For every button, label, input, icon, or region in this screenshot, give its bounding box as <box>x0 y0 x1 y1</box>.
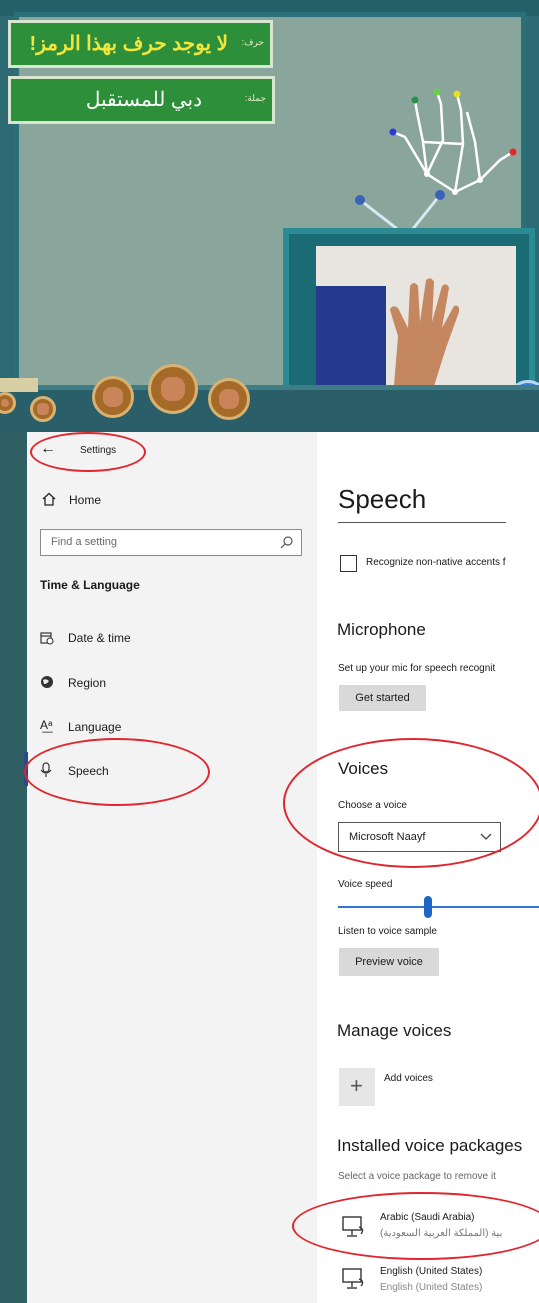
annotation-ellipse-speech <box>24 738 210 806</box>
recognize-accents-checkbox[interactable] <box>340 555 357 572</box>
sign-thumbnail[interactable] <box>148 364 198 414</box>
search-icon <box>280 536 293 549</box>
package-name[interactable]: English (United States) <box>380 1266 482 1277</box>
voice-speed-thumb[interactable] <box>424 896 432 918</box>
annotation-ellipse-arabic <box>292 1192 539 1260</box>
sign-shelf <box>0 390 539 432</box>
shelf-tag <box>0 378 38 392</box>
camera-feed <box>316 246 516 391</box>
voice-speed-slider[interactable] <box>338 906 539 908</box>
sign-thumbnail[interactable] <box>30 396 56 422</box>
microphone-heading: Microphone <box>337 620 426 639</box>
sentence-output-box: جملة: دبي للمستقبل <box>8 76 275 124</box>
section-title: Time & Language <box>40 578 140 592</box>
manage-voices-heading: Manage voices <box>337 1021 452 1040</box>
recognize-accents-label: Recognize non-native accents f <box>366 557 506 568</box>
get-started-button[interactable]: Get started <box>339 685 426 711</box>
add-voices-label: Add voices <box>384 1073 433 1084</box>
title-underline <box>338 522 506 523</box>
globe-icon <box>41 676 53 688</box>
home-icon <box>42 492 56 506</box>
find-setting-input[interactable]: Find a setting <box>40 529 302 556</box>
nav-item-date-time[interactable]: Date & time <box>68 631 131 645</box>
settings-nav-pane <box>27 432 317 1303</box>
plus-icon: + <box>350 1073 363 1098</box>
voice-package-icon <box>342 1268 364 1289</box>
camera-hand-icon <box>390 278 460 386</box>
preview-voice-button[interactable]: Preview voice <box>339 948 439 976</box>
add-voices-button[interactable]: + <box>339 1068 375 1106</box>
sentence-value: دبي للمستقبل <box>85 89 202 111</box>
voice-speed-label: Voice speed <box>338 879 393 890</box>
sign-thumbnail[interactable] <box>92 376 134 418</box>
left-edge <box>0 432 27 1303</box>
nav-item-language[interactable]: Language <box>68 720 121 734</box>
page-title: Speech <box>338 484 427 514</box>
sign-thumbnail[interactable] <box>208 378 250 420</box>
calendar-clock-icon <box>40 632 54 645</box>
annotation-ellipse-settings <box>30 432 146 472</box>
letter-label: حرف: <box>241 37 264 47</box>
installed-description: Select a voice package to remove it <box>338 1171 496 1182</box>
nav-item-region[interactable]: Region <box>68 676 106 690</box>
letter-value: لا يوجد حرف بهذا الرمز! <box>29 33 228 55</box>
search-placeholder: Find a setting <box>51 536 118 548</box>
annotation-ellipse-voices <box>283 738 539 868</box>
sign-language-app: حرف: لا يوجد حرف بهذا الرمز! جملة: دبي ل… <box>0 0 539 432</box>
camera-person-shirt <box>316 286 386 391</box>
listen-label: Listen to voice sample <box>338 926 437 937</box>
letter-output-box: حرف: لا يوجد حرف بهذا الرمز! <box>8 20 273 68</box>
nav-home[interactable]: Home <box>69 493 101 507</box>
sentence-label: جملة: <box>244 93 266 103</box>
installed-heading: Installed voice packages <box>337 1136 523 1155</box>
package-native-name: English (United States) <box>380 1282 483 1293</box>
language-icon: A͟ᵃ <box>40 718 53 732</box>
microphone-description: Set up your mic for speech recognit <box>338 663 496 674</box>
